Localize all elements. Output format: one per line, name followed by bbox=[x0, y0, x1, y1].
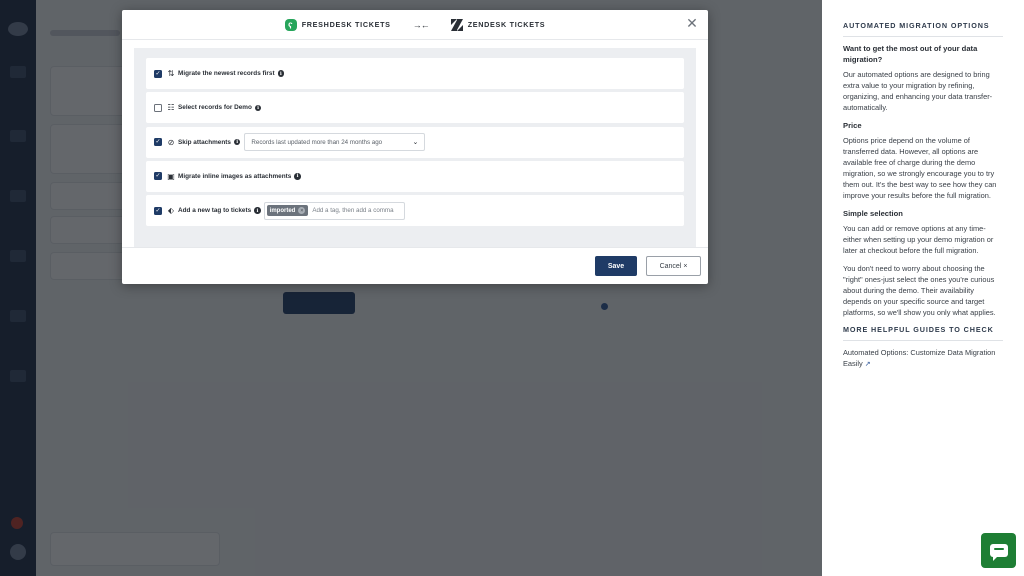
source-brand-label: FRESHDESK TICKETS bbox=[301, 20, 391, 29]
option-checkbox[interactable]: ✓ bbox=[154, 206, 162, 215]
price-text: Options price depend on the volume of tr… bbox=[843, 135, 997, 201]
remove-tag-icon[interactable]: × bbox=[298, 207, 306, 215]
option-label: Skip attachments bbox=[178, 138, 231, 146]
option-select-records-demo: ☷ Select records for Demo i bbox=[146, 92, 684, 124]
info-icon[interactable]: i bbox=[277, 70, 285, 77]
external-link-icon: ↗ bbox=[864, 361, 871, 369]
selection-text: You can add or remove options at any tim… bbox=[843, 223, 994, 255]
option-label: Select records for Demo bbox=[178, 104, 252, 112]
option-checkbox[interactable]: ✓ bbox=[154, 69, 162, 78]
info-icon[interactable]: i bbox=[294, 173, 301, 180]
option-add-tag: ✓ ⬖ Add a new tag to tickets i imported … bbox=[146, 195, 684, 227]
selection-heading: Simple selection bbox=[843, 209, 903, 219]
chevron-down-icon: ⌄ bbox=[412, 139, 419, 147]
migration-arrows-icon: →← bbox=[412, 19, 430, 30]
guides-title: MORE HELPFUL GUIDES TO CHECK bbox=[843, 325, 1003, 342]
close-icon[interactable]: ✕ bbox=[685, 16, 699, 30]
option-label: Add a new tag to tickets bbox=[178, 207, 252, 215]
price-heading: Price bbox=[843, 121, 862, 131]
zendesk-logo-icon bbox=[450, 18, 463, 31]
target-platform: ZENDESK TICKETS bbox=[450, 18, 546, 31]
select-value: Records last updated more than 24 months… bbox=[251, 138, 383, 146]
tag-chip: imported × bbox=[266, 205, 309, 217]
attachment-off-icon: ⊘ bbox=[167, 137, 175, 147]
intro-text: Our automated options are designed to br… bbox=[843, 69, 993, 113]
options-list: ✓ ⇅ Migrate the newest records first i ☷… bbox=[134, 48, 696, 247]
tag-icon: ⬖ bbox=[167, 206, 175, 216]
image-icon: ▣ bbox=[167, 171, 175, 181]
option-newest-first: ✓ ⇅ Migrate the newest records first i bbox=[146, 58, 684, 89]
option-skip-attachments: ✓ ⊘ Skip attachments i Records last upda… bbox=[146, 126, 684, 158]
option-label: Migrate the newest records first bbox=[178, 70, 275, 77]
target-brand-label: ZENDESK TICKETS bbox=[467, 20, 546, 29]
tag-input-placeholder[interactable]: Add a tag, then add a comma bbox=[312, 207, 393, 214]
intro-heading: Want to get the most out of your data mi… bbox=[843, 44, 978, 65]
option-checkbox[interactable]: ✓ bbox=[154, 138, 162, 147]
tag-chip-label: imported bbox=[269, 207, 296, 214]
tag-input[interactable]: imported × Add a tag, then add a comma bbox=[263, 201, 405, 220]
save-button[interactable]: Save bbox=[595, 256, 637, 276]
option-label: Migrate inline images as attachments bbox=[178, 172, 292, 180]
info-icon[interactable]: i bbox=[254, 104, 262, 112]
modal-footer: Save Cancel × bbox=[122, 247, 708, 284]
info-icon[interactable]: i bbox=[254, 207, 261, 214]
automated-options-modal: ҁ FRESHDESK TICKETS →← ZENDESK TICKETS ✕… bbox=[122, 10, 708, 284]
selection-text: You don't need to worry about choosing t… bbox=[843, 263, 996, 318]
freshdesk-logo-icon: ҁ bbox=[284, 18, 297, 31]
option-inline-images: ✓ ▣ Migrate inline images as attachments… bbox=[146, 160, 684, 192]
info-icon[interactable]: i bbox=[233, 138, 241, 146]
modal-header: ҁ FRESHDESK TICKETS →← ZENDESK TICKETS ✕ bbox=[122, 10, 708, 40]
help-panel-title: AUTOMATED MIGRATION OPTIONS bbox=[843, 21, 1003, 37]
sort-arrows-icon: ⇅ bbox=[167, 69, 175, 78]
option-checkbox[interactable]: ✓ bbox=[154, 172, 162, 181]
help-panel: AUTOMATED MIGRATION OPTIONS Want to get … bbox=[822, 0, 1024, 576]
records-list-icon: ☷ bbox=[167, 103, 175, 113]
skip-attachments-select[interactable]: Records last updated more than 24 months… bbox=[244, 133, 426, 152]
cancel-button[interactable]: Cancel × bbox=[646, 256, 701, 276]
option-checkbox[interactable] bbox=[154, 103, 162, 112]
source-platform: ҁ FRESHDESK TICKETS bbox=[284, 18, 391, 31]
chat-icon bbox=[989, 544, 1008, 561]
chat-button[interactable] bbox=[981, 533, 1016, 568]
guide-link[interactable]: Automated Options: Customize Data Migrat… bbox=[843, 347, 1003, 370]
